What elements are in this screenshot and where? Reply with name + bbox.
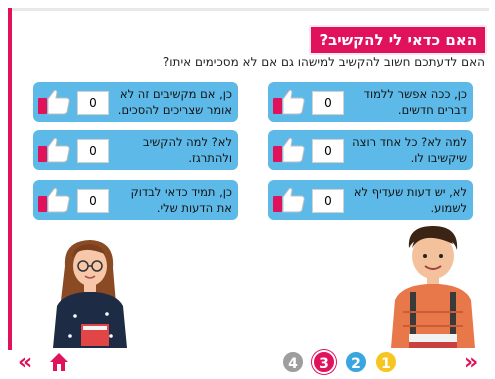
answer-card-4[interactable]: 0 לא? למה להקשיב ולהתרגז.	[33, 130, 238, 170]
boy-illustration	[391, 226, 475, 348]
vote-count: 0	[312, 139, 344, 163]
page-title: האם כדאי לי להקשיב?	[309, 25, 487, 55]
answer-label: לא, יש דעות שעדיף לא לשמוע.	[353, 185, 467, 215]
page-3-button[interactable]: 3	[312, 350, 336, 374]
answer-card-2[interactable]: 0 כן, אם מקשיבים זה לא אומר שצריכים להסכ…	[33, 82, 238, 122]
vote-count: 0	[77, 139, 109, 163]
page-4-button[interactable]: 4	[281, 350, 305, 374]
answer-label: כן, ככה אפשר ללמוד דברים חדשים.	[363, 87, 467, 117]
answer-card-6[interactable]: 0 כן, תמיד כדאי לבדוק את הדעות שלי.	[33, 180, 238, 220]
answer-card-5[interactable]: 0 לא, יש דעות שעדיף לא לשמוע.	[268, 180, 473, 220]
thumbs-up-icon[interactable]	[37, 186, 71, 214]
answer-card-1[interactable]: 0 כן, ככה אפשר ללמוד דברים חדשים.	[268, 82, 473, 122]
double-chevron-left-icon[interactable]: «	[18, 352, 32, 374]
frame-top-border	[8, 8, 489, 11]
bottom-navigation: « 4 3 2 1 »	[0, 346, 495, 379]
vote-count: 0	[312, 189, 344, 213]
page-1-button[interactable]: 1	[374, 350, 398, 374]
thumbs-up-icon[interactable]	[37, 88, 71, 116]
answer-label: כן, אם מקשיבים זה לא אומר שצריכים להסכים…	[117, 87, 232, 117]
vote-count: 0	[77, 91, 109, 115]
home-icon[interactable]	[48, 351, 70, 373]
answer-card-3[interactable]: 0 למה לא? כל אחד רוצה שיקשיבו לו.	[268, 130, 473, 170]
vote-count: 0	[312, 91, 344, 115]
girl-illustration	[53, 240, 127, 348]
left-accent-bar	[8, 8, 12, 350]
answer-label: לא? למה להקשיב ולהתרגז.	[142, 135, 232, 165]
page-2-button[interactable]: 2	[344, 350, 368, 374]
thumbs-up-icon[interactable]	[272, 88, 306, 116]
double-chevron-right-icon[interactable]: »	[464, 352, 478, 374]
answer-label: למה לא? כל אחד רוצה שיקשיבו לו.	[352, 135, 467, 165]
answer-label: כן, תמיד כדאי לבדוק את הדעות שלי.	[130, 185, 232, 215]
vote-count: 0	[77, 189, 109, 213]
thumbs-up-icon[interactable]	[272, 186, 306, 214]
question-text: האם לדעתכם חשוב להקשיב למישהו גם אם לא מ…	[162, 55, 485, 69]
thumbs-up-icon[interactable]	[37, 136, 71, 164]
thumbs-up-icon[interactable]	[272, 136, 306, 164]
